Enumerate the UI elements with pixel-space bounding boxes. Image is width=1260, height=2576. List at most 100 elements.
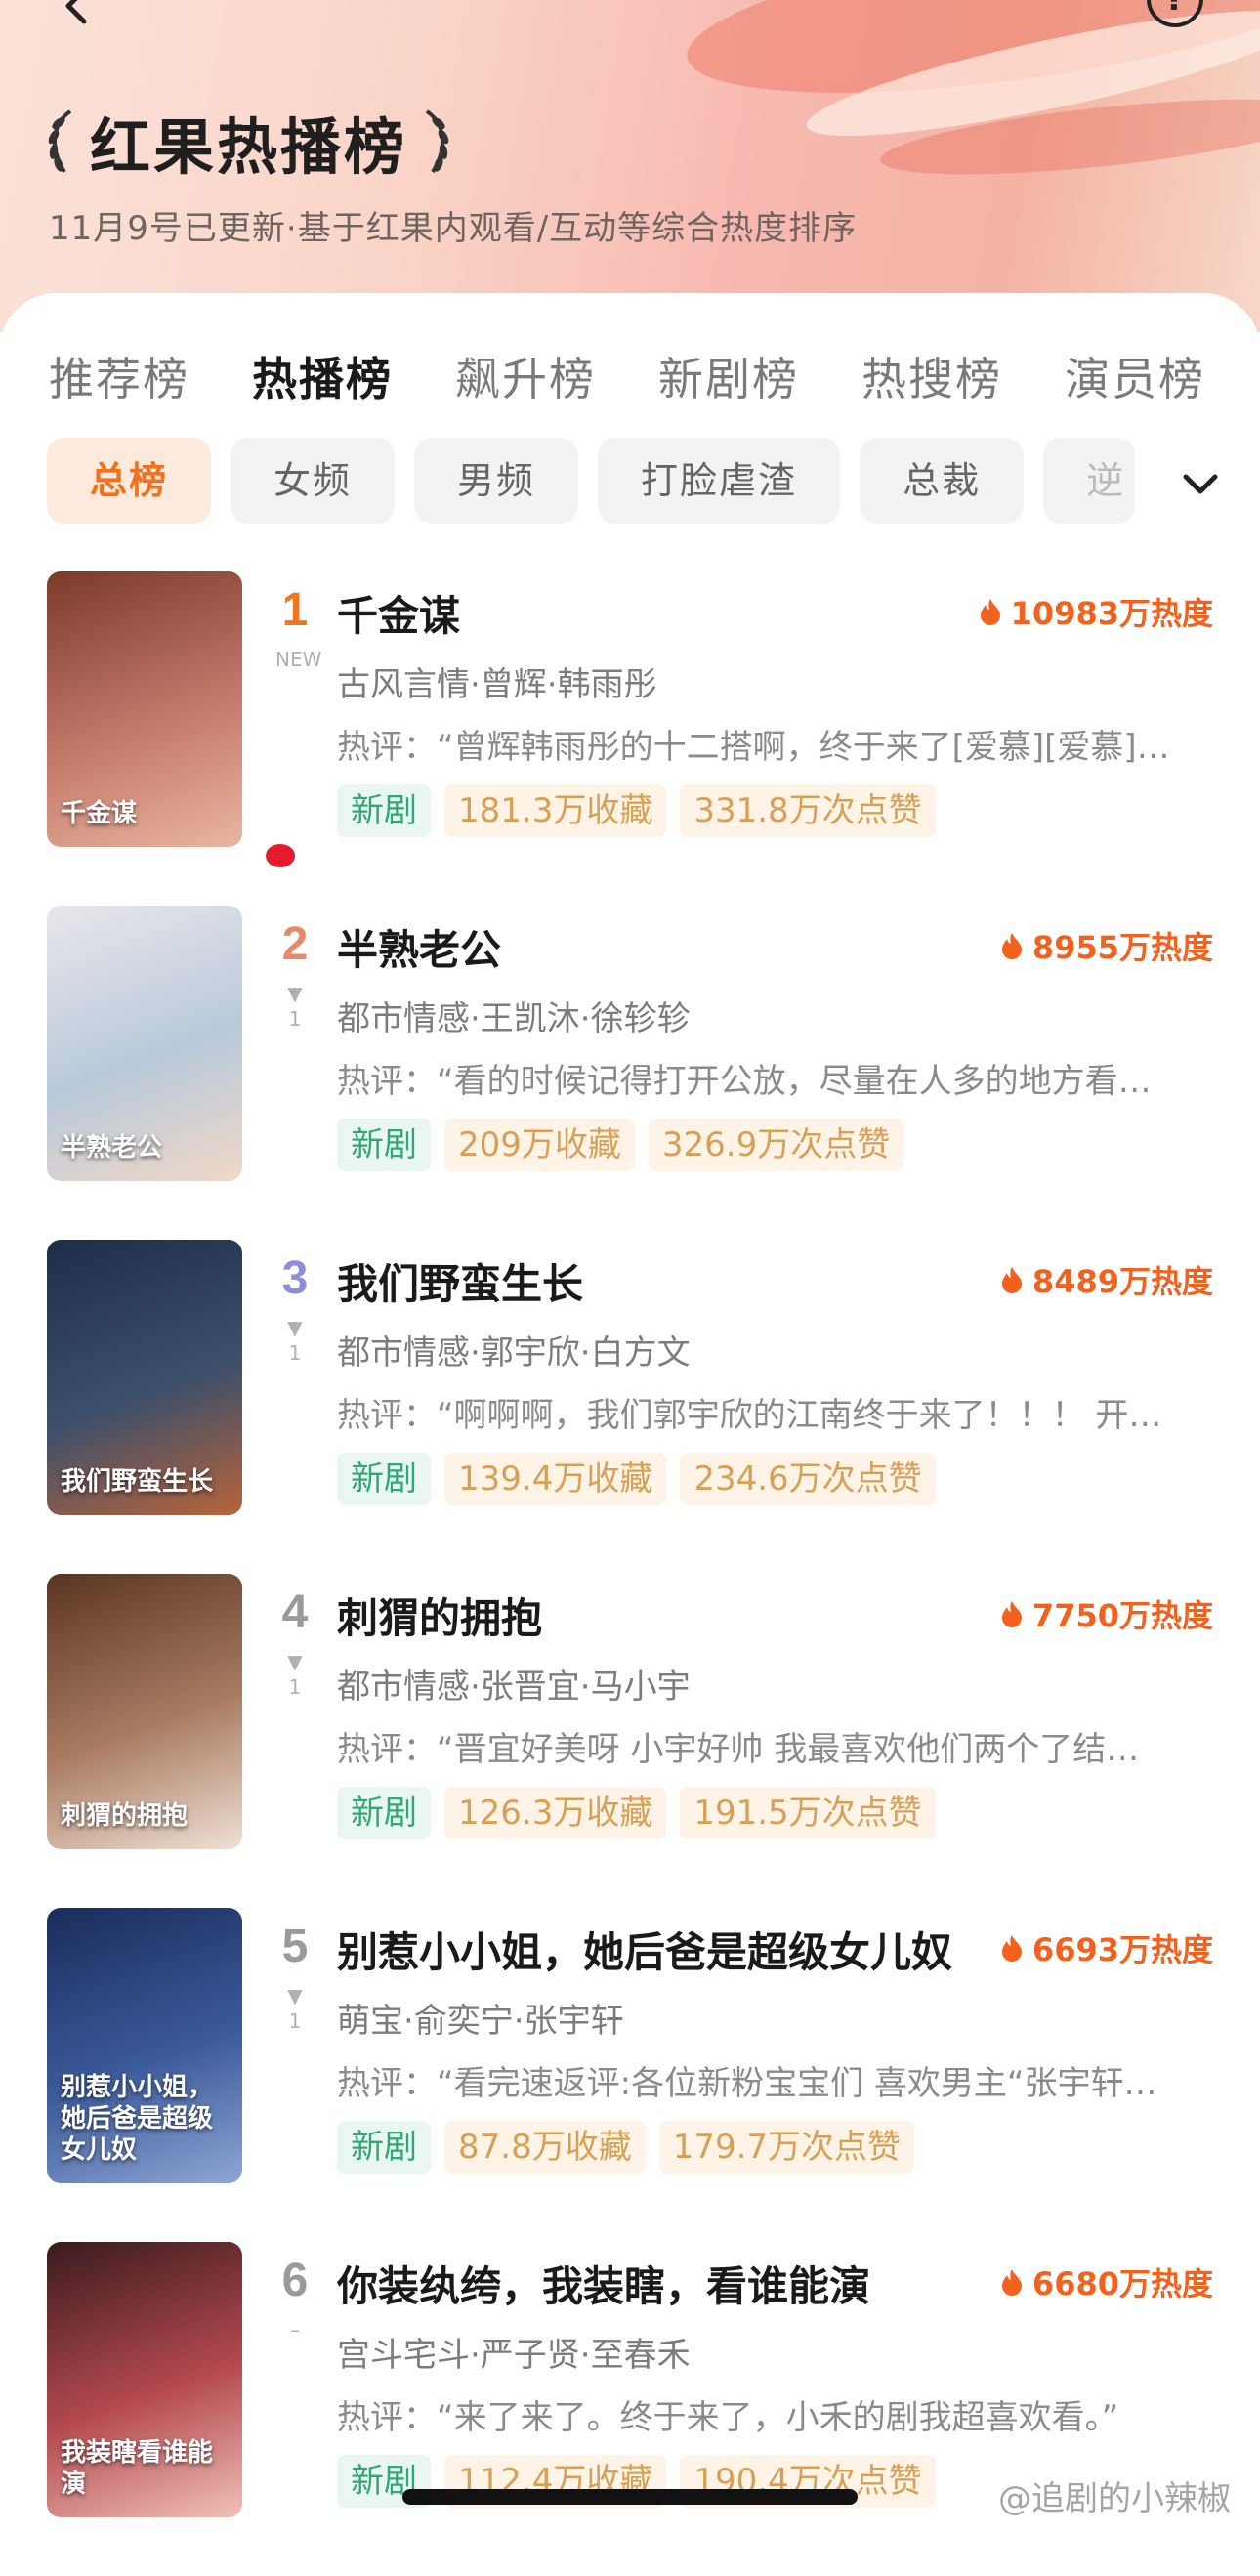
heat-badge: 8489万热度 xyxy=(1001,1257,1213,1302)
ranking-panel: 推荐榜 热播榜 飙升榜 新剧榜 热搜榜 演员榜 总榜 女频 男频 打脸虐渣 总裁… xyxy=(0,293,1260,2531)
drama-item[interactable]: 半熟老公 2 ▼ 1 半熟老公 8955万热度 都市情感·王凯沐·徐轸轸 热评：… xyxy=(0,906,1260,1240)
drama-item[interactable]: 我们野蛮生长 3 ▼ 1 我们野蛮生长 8489万热度 都市情感·郭宇欣·白方文… xyxy=(0,1240,1260,1574)
tab-recommend[interactable]: 推荐榜 xyxy=(49,344,189,408)
rank-column: 5 ▼ 1 xyxy=(275,1920,315,2034)
rank-trend: ▼ 1 xyxy=(287,1316,303,1365)
poster-title: 我装瞎看谁能演 xyxy=(61,2438,214,2499)
watermark: @追剧的小辣椒 xyxy=(998,2479,1231,2518)
flame-icon xyxy=(1001,1935,1022,1962)
rank-number: 6 xyxy=(281,2255,309,2306)
favorites-tag: 87.8万收藏 xyxy=(444,2121,646,2174)
heat-value: 10983万热度 xyxy=(1010,595,1213,632)
heat-value: 8489万热度 xyxy=(1031,1263,1213,1300)
drama-poster[interactable]: 我们野蛮生长 xyxy=(47,1240,242,1515)
red-dot-marker xyxy=(266,844,295,867)
rank-column: 6 – xyxy=(275,2254,315,2343)
tag-row: 新剧 181.3万收藏 331.8万次点赞 xyxy=(337,784,949,837)
rank-number: 3 xyxy=(281,1252,309,1304)
new-drama-tag: 新剧 xyxy=(337,2121,431,2174)
page-title: 红果热播榜 xyxy=(90,111,408,183)
tab-actors[interactable]: 演员榜 xyxy=(1065,344,1205,408)
heat-value: 8955万热度 xyxy=(1031,929,1213,966)
hot-comment: 热评：“曾辉韩雨彤的十二搭啊，终于来了[爱慕][爱慕]… xyxy=(337,728,1170,767)
rank-trend: ▼ 1 xyxy=(287,1650,303,1699)
genre-cast: 宫斗宅斗·严子贤·至春禾 xyxy=(337,2336,691,2375)
chip-face-slap[interactable]: 打脸虐渣 xyxy=(598,438,841,524)
likes-tag: 234.6万次点赞 xyxy=(680,1453,936,1505)
heat-value: 7750万热度 xyxy=(1031,1597,1213,1634)
heat-value: 6693万热度 xyxy=(1031,1931,1213,1968)
rank-number: 4 xyxy=(281,1586,309,1638)
chip-ceo[interactable]: 总裁 xyxy=(860,438,1025,524)
drama-poster[interactable]: 千金谋 xyxy=(47,571,242,847)
genre-cast: 都市情感·郭宇欣·白方文 xyxy=(337,1333,691,1372)
tab-hot-play[interactable]: 热播榜 xyxy=(252,344,393,408)
tab-hot-search[interactable]: 热搜榜 xyxy=(861,344,1002,408)
tab-rising[interactable]: 飙升榜 xyxy=(455,344,596,408)
genre-cast: 都市情感·张晋宜·马小宇 xyxy=(337,1668,691,1707)
hot-comment: 热评：“晋宜好美呀 小宇好帅 我最喜欢他们两个了结… xyxy=(337,1730,1140,1769)
poster-title: 刺猬的拥抱 xyxy=(61,1801,189,1831)
likes-tag: 191.5万次点赞 xyxy=(680,1787,936,1839)
drama-poster[interactable]: 别惹小小姐，她后爸是超级女儿奴 xyxy=(47,1908,242,2183)
rank-number: 2 xyxy=(281,918,309,970)
rank-trend: NEW xyxy=(275,648,322,671)
rank-trend: ▼ 1 xyxy=(287,982,303,1031)
rank-trend: ▼ 1 xyxy=(287,1984,303,2033)
drama-title[interactable]: 千金谋 xyxy=(337,583,460,643)
likes-tag: 179.7万次点赞 xyxy=(658,2121,915,2174)
drama-poster[interactable]: 半熟老公 xyxy=(47,906,242,1181)
drama-item[interactable]: 我装瞎看谁能演 6 – 你装纨绔，我装瞎，看谁能演 6680万热度 宫斗宅斗·严… xyxy=(0,2242,1260,2576)
chip-overall[interactable]: 总榜 xyxy=(47,438,212,524)
tab-new-drama[interactable]: 新剧榜 xyxy=(658,344,799,408)
drama-item[interactable]: 别惹小小姐，她后爸是超级女儿奴 5 ▼ 1 别惹小小姐，她后爸是超级女儿奴 66… xyxy=(0,1908,1260,2242)
rank-column: 2 ▼ 1 xyxy=(275,917,315,1032)
new-drama-tag: 新剧 xyxy=(337,1119,431,1171)
flame-icon xyxy=(1001,1267,1022,1293)
category-chips: 总榜 女频 男频 打脸虐渣 总裁 逆 xyxy=(47,438,1170,524)
expand-chips-button[interactable] xyxy=(1176,459,1225,508)
heat-value: 6680万热度 xyxy=(1031,2265,1213,2302)
drama-title[interactable]: 半熟老公 xyxy=(337,917,501,977)
favorites-tag: 139.4万收藏 xyxy=(444,1453,667,1505)
chip-partial[interactable]: 逆 xyxy=(1043,438,1136,524)
rank-column: 1 NEW xyxy=(275,583,322,672)
home-indicator[interactable] xyxy=(402,2489,858,2505)
question-circle-icon: ? xyxy=(1165,0,1185,19)
update-subtitle: 11月9号已更新·基于红果内观看/互动等综合热度排序 xyxy=(49,209,858,248)
drama-item[interactable]: 刺猬的拥抱 4 ▼ 1 刺猬的拥抱 7750万热度 都市情感·张晋宜·马小宇 热… xyxy=(0,1574,1260,1908)
chip-female[interactable]: 女频 xyxy=(231,438,396,524)
laurel-left-icon xyxy=(48,109,72,174)
title-row: 红果热播榜 xyxy=(43,98,454,186)
heat-badge: 7750万热度 xyxy=(1001,1591,1213,1636)
ranking-list: 千金谋 1 NEW 千金谋 10983万热度 古风言情·曾辉·韩雨彤 热评：“曾… xyxy=(0,571,1260,2576)
genre-cast: 古风言情·曾辉·韩雨彤 xyxy=(337,665,657,704)
chip-male[interactable]: 男频 xyxy=(414,438,579,524)
heat-badge: 6680万热度 xyxy=(1001,2259,1213,2304)
rank-number: 1 xyxy=(281,584,309,636)
rank-number: 5 xyxy=(281,1921,309,1972)
tag-row: 新剧 126.3万收藏 191.5万次点赞 xyxy=(337,1787,949,1839)
drama-poster[interactable]: 我装瞎看谁能演 xyxy=(47,2242,242,2517)
hot-comment: 热评：“啊啊啊，我们郭宇欣的江南终于来了！！！ 开… xyxy=(337,1396,1162,1435)
header-banner: ? 红果热播榜 11月9号已更新·基于红果内观看/互动等综合热度排序 xyxy=(0,0,1260,332)
drama-title[interactable]: 我们野蛮生长 xyxy=(337,1251,583,1311)
drama-title[interactable]: 刺猬的拥抱 xyxy=(337,1585,542,1645)
drama-item[interactable]: 千金谋 1 NEW 千金谋 10983万热度 古风言情·曾辉·韩雨彤 热评：“曾… xyxy=(0,571,1260,906)
poster-title: 我们野蛮生长 xyxy=(61,1467,214,1497)
flame-icon xyxy=(1001,933,1022,959)
drama-poster[interactable]: 刺猬的拥抱 xyxy=(47,1574,242,1849)
back-button[interactable] xyxy=(57,0,96,25)
rank-column: 3 ▼ 1 xyxy=(275,1251,315,1366)
chevron-left-icon xyxy=(65,0,87,24)
likes-tag: 331.8万次点赞 xyxy=(680,784,936,837)
tag-row: 新剧 87.8万收藏 179.7万次点赞 xyxy=(337,2121,928,2174)
new-drama-tag: 新剧 xyxy=(337,1453,431,1505)
drama-title[interactable]: 你装纨绔，我装瞎，看谁能演 xyxy=(337,2254,870,2313)
hot-comment: 热评：“看的时候记得打开公放，尽量在人多的地方看… xyxy=(337,1062,1152,1101)
drama-title[interactable]: 别惹小小姐，她后爸是超级女儿奴 xyxy=(337,1920,952,1979)
flame-icon xyxy=(1001,1601,1022,1627)
hot-comment: 热评：“看完速返评:各位新粉宝宝们 喜欢男主“张宇轩… xyxy=(337,2064,1157,2103)
flame-icon xyxy=(980,599,1000,625)
new-drama-tag: 新剧 xyxy=(337,784,431,837)
